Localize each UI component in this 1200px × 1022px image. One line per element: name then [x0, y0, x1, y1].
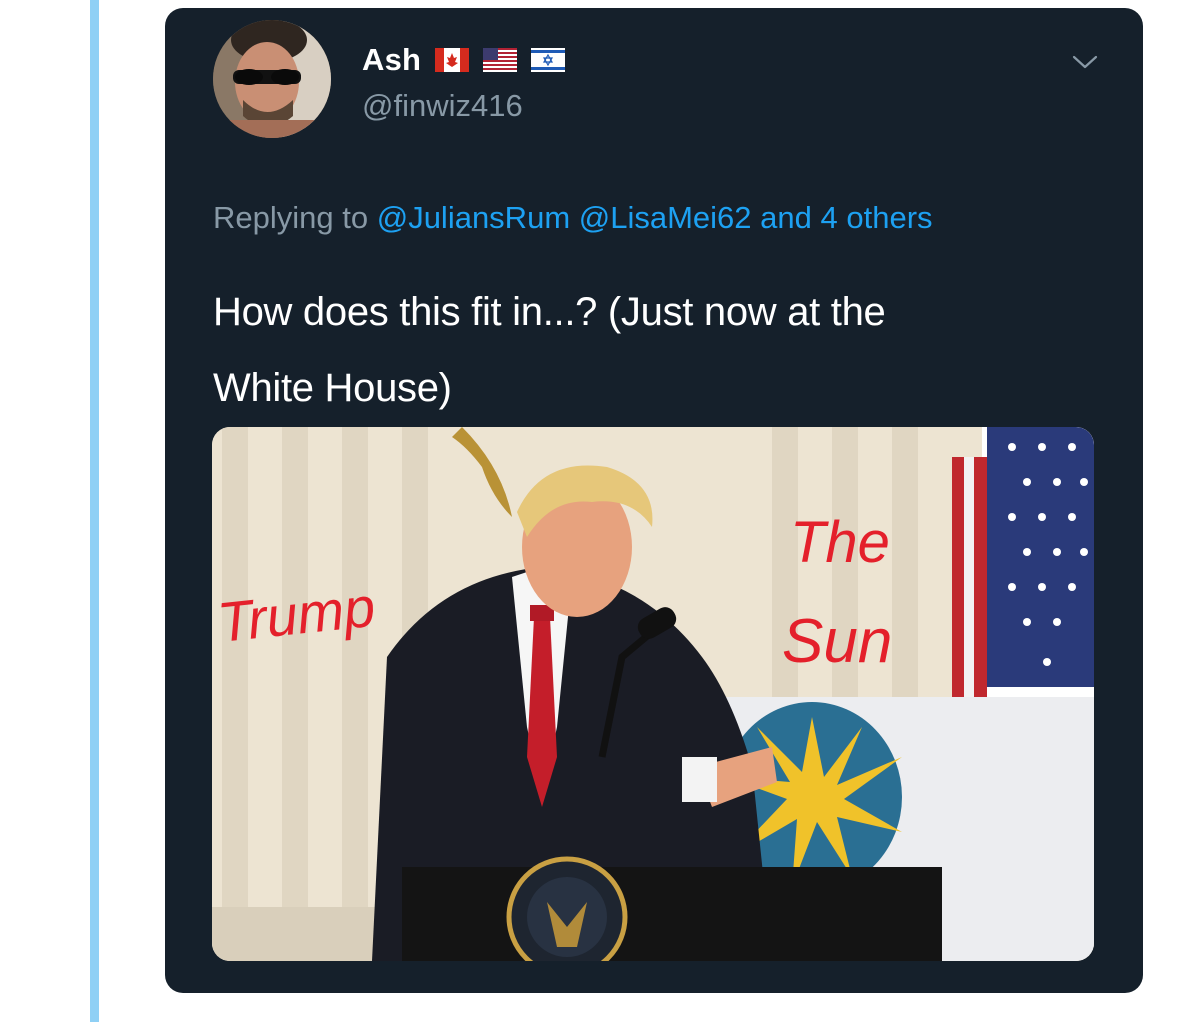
american-flag-in-photo — [952, 427, 1094, 697]
annotation-the: The — [790, 510, 890, 575]
author-name-row: Ash — [362, 40, 566, 80]
author-handle[interactable]: @finwiz416 — [362, 88, 523, 124]
others-link[interactable]: and 4 others — [760, 200, 932, 235]
thread-connector-line — [90, 0, 99, 1022]
display-name[interactable]: Ash — [362, 42, 421, 78]
replying-to-line: Replying to @JuliansRum @LisaMei62 and 4… — [213, 200, 933, 236]
tweet-card[interactable]: Ash @finwiz416 Replying to @JuliansRum @… — [165, 8, 1143, 993]
tweet-text-line-2: White House) — [213, 366, 452, 410]
replying-to-label: Replying to — [213, 200, 369, 235]
annotation-sun: Sun — [782, 607, 892, 676]
canada-flag-icon — [435, 48, 470, 72]
mention-link-julians-rum[interactable]: @JuliansRum — [377, 200, 570, 235]
israel-flag-icon — [531, 48, 566, 72]
tweet-media-image[interactable]: Trump The Sun — [212, 427, 1094, 961]
avatar[interactable] — [213, 20, 331, 138]
podium-in-photo — [402, 856, 942, 961]
usa-flag-icon — [483, 48, 518, 72]
tweet-text-line-1: How does this fit in...? (Just now at th… — [213, 290, 886, 334]
tweet-text: How does this fit in...? (Just now at th… — [213, 274, 1113, 426]
page: Ash @finwiz416 Replying to @JuliansRum @… — [0, 0, 1200, 1022]
mention-link-lisamei62[interactable]: @LisaMei62 — [579, 200, 752, 235]
chevron-down-icon[interactable] — [1071, 52, 1099, 72]
